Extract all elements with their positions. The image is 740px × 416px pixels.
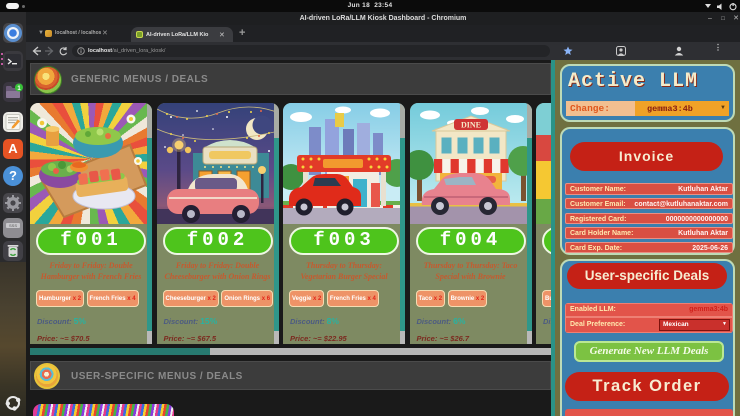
svg-text:DINE: DINE [460, 121, 480, 130]
